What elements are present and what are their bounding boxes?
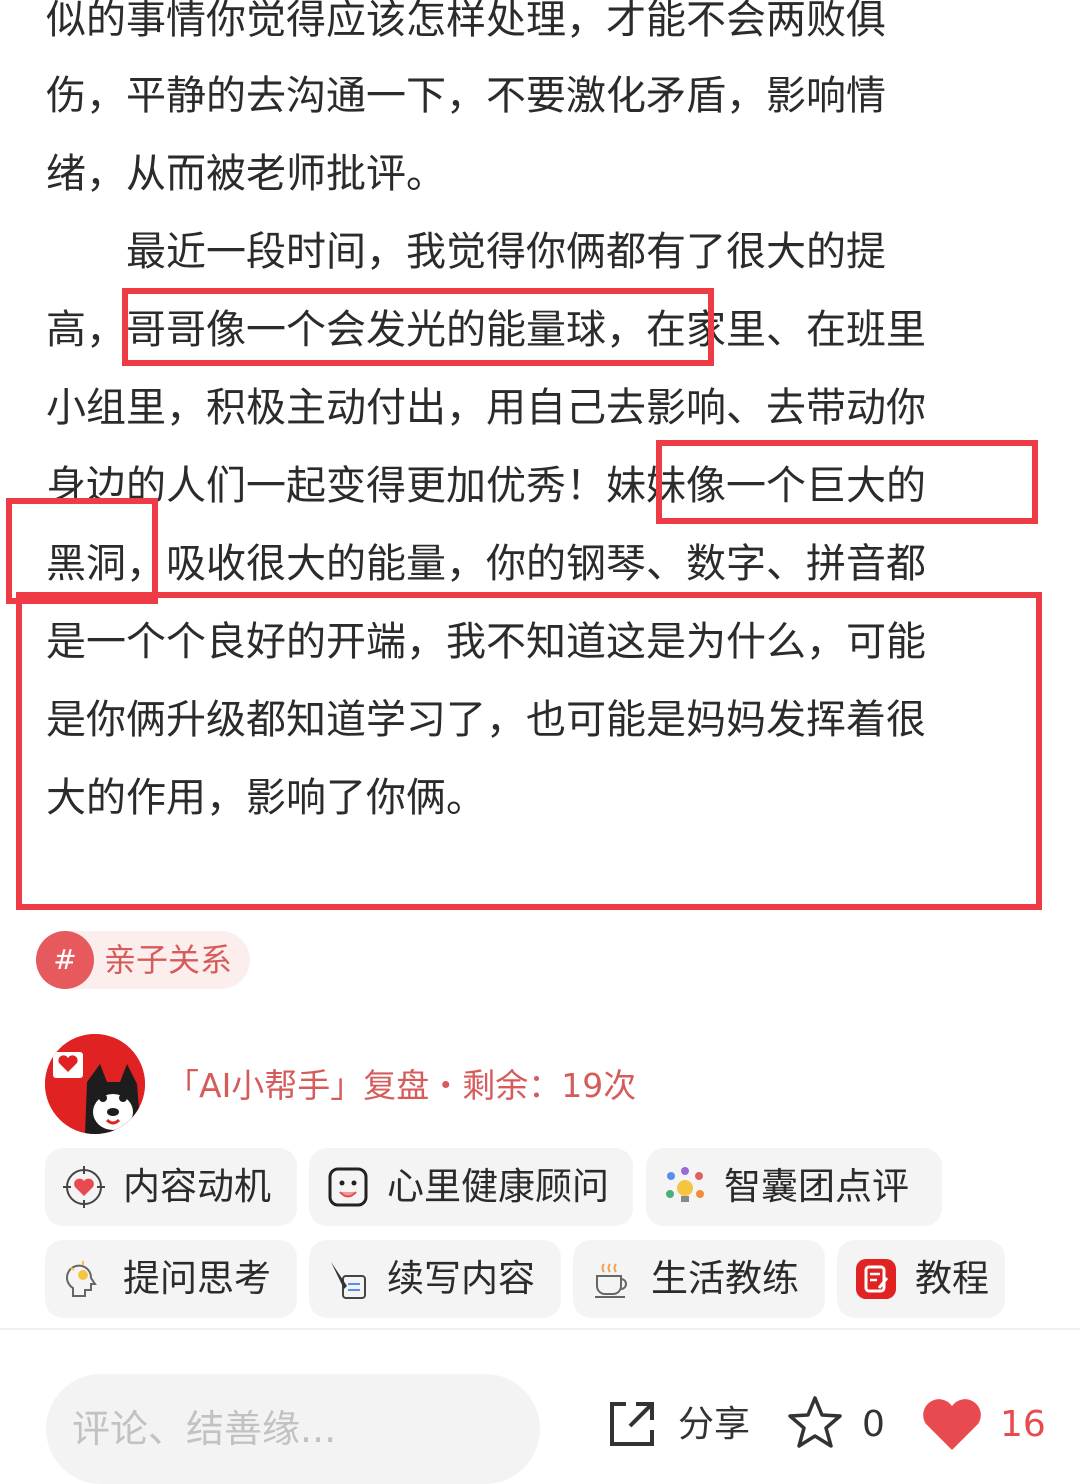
highlight-box-black-hole-a <box>656 440 1038 524</box>
ai-helper-title[interactable]: 「AI小帮手」复盘・剩余：19次 <box>166 1062 636 1110</box>
favorite-button[interactable]: 0 <box>786 1390 896 1450</box>
tool-button-mental-health[interactable]: 心里健康顾问 <box>309 1148 633 1226</box>
tool-button-tutorial[interactable]: 教程 <box>837 1240 1005 1318</box>
like-button[interactable]: 16 <box>920 1390 1060 1450</box>
tool-button-question-thinking[interactable]: 提问思考 <box>45 1240 297 1318</box>
like-count: 16 <box>1000 1404 1046 1445</box>
dog-mascot-icon <box>45 1034 145 1134</box>
tool-label: 智囊团点评 <box>724 1165 909 1208</box>
favorite-count: 0 <box>862 1404 885 1445</box>
topic-tag-label: 亲子关系 <box>104 941 233 979</box>
tool-label: 生活教练 <box>651 1257 799 1300</box>
hash-icon: # <box>36 931 94 989</box>
smiley-face-icon <box>328 1167 368 1207</box>
article-line: 小组里，积极主动付出，用自己去影响、去带动你 <box>46 385 926 431</box>
article-line: 绪，从而被老师批评。 <box>46 151 446 197</box>
topic-tag[interactable]: # 亲子关系 <box>36 931 250 989</box>
tool-button-think-tank[interactable]: 智囊团点评 <box>646 1148 942 1226</box>
tool-label: 内容动机 <box>123 1165 271 1208</box>
highlight-box-black-hole-b <box>6 498 158 604</box>
tool-button-continue-writing[interactable]: 续写内容 <box>309 1240 561 1318</box>
tutorial-icon <box>856 1259 896 1299</box>
tool-button-content-motive[interactable]: 内容动机 <box>45 1148 297 1226</box>
share-label: 分享 <box>678 1404 751 1445</box>
coffee-cup-icon <box>595 1263 627 1298</box>
thinking-head-icon <box>66 1261 97 1297</box>
article-line: 最近一段时间，我觉得你俩都有了很大的提 <box>126 229 886 275</box>
highlight-box-paragraph <box>16 592 1042 910</box>
tool-label: 心里健康顾问 <box>387 1165 609 1208</box>
tool-button-life-coach[interactable]: 生活教练 <box>573 1240 825 1318</box>
pen-paper-icon <box>331 1262 366 1299</box>
idea-team-icon <box>666 1167 704 1202</box>
share-button[interactable]: 分享 <box>606 1390 756 1450</box>
heart-icon <box>923 1399 981 1450</box>
tool-label: 续写内容 <box>387 1257 535 1300</box>
article-line: 黑洞，吸收很大的能量，你的钢琴、数字、拼音都 <box>46 541 926 587</box>
tool-label: 教程 <box>915 1257 989 1300</box>
divider <box>0 1328 1080 1330</box>
share-icon <box>610 1402 654 1446</box>
article-line: 似的事情你觉得应该怎样处理，才能不会两败俱 <box>46 0 886 43</box>
star-icon <box>788 1396 842 1448</box>
ai-helper-avatar[interactable] <box>45 1034 145 1134</box>
target-heart-icon <box>63 1166 105 1208</box>
comment-input[interactable] <box>46 1374 540 1484</box>
article-line: 伤，平静的去沟通一下，不要激化矛盾，影响情 <box>46 73 886 119</box>
highlight-box-energy-ball <box>122 288 714 366</box>
tool-label: 提问思考 <box>123 1257 271 1300</box>
